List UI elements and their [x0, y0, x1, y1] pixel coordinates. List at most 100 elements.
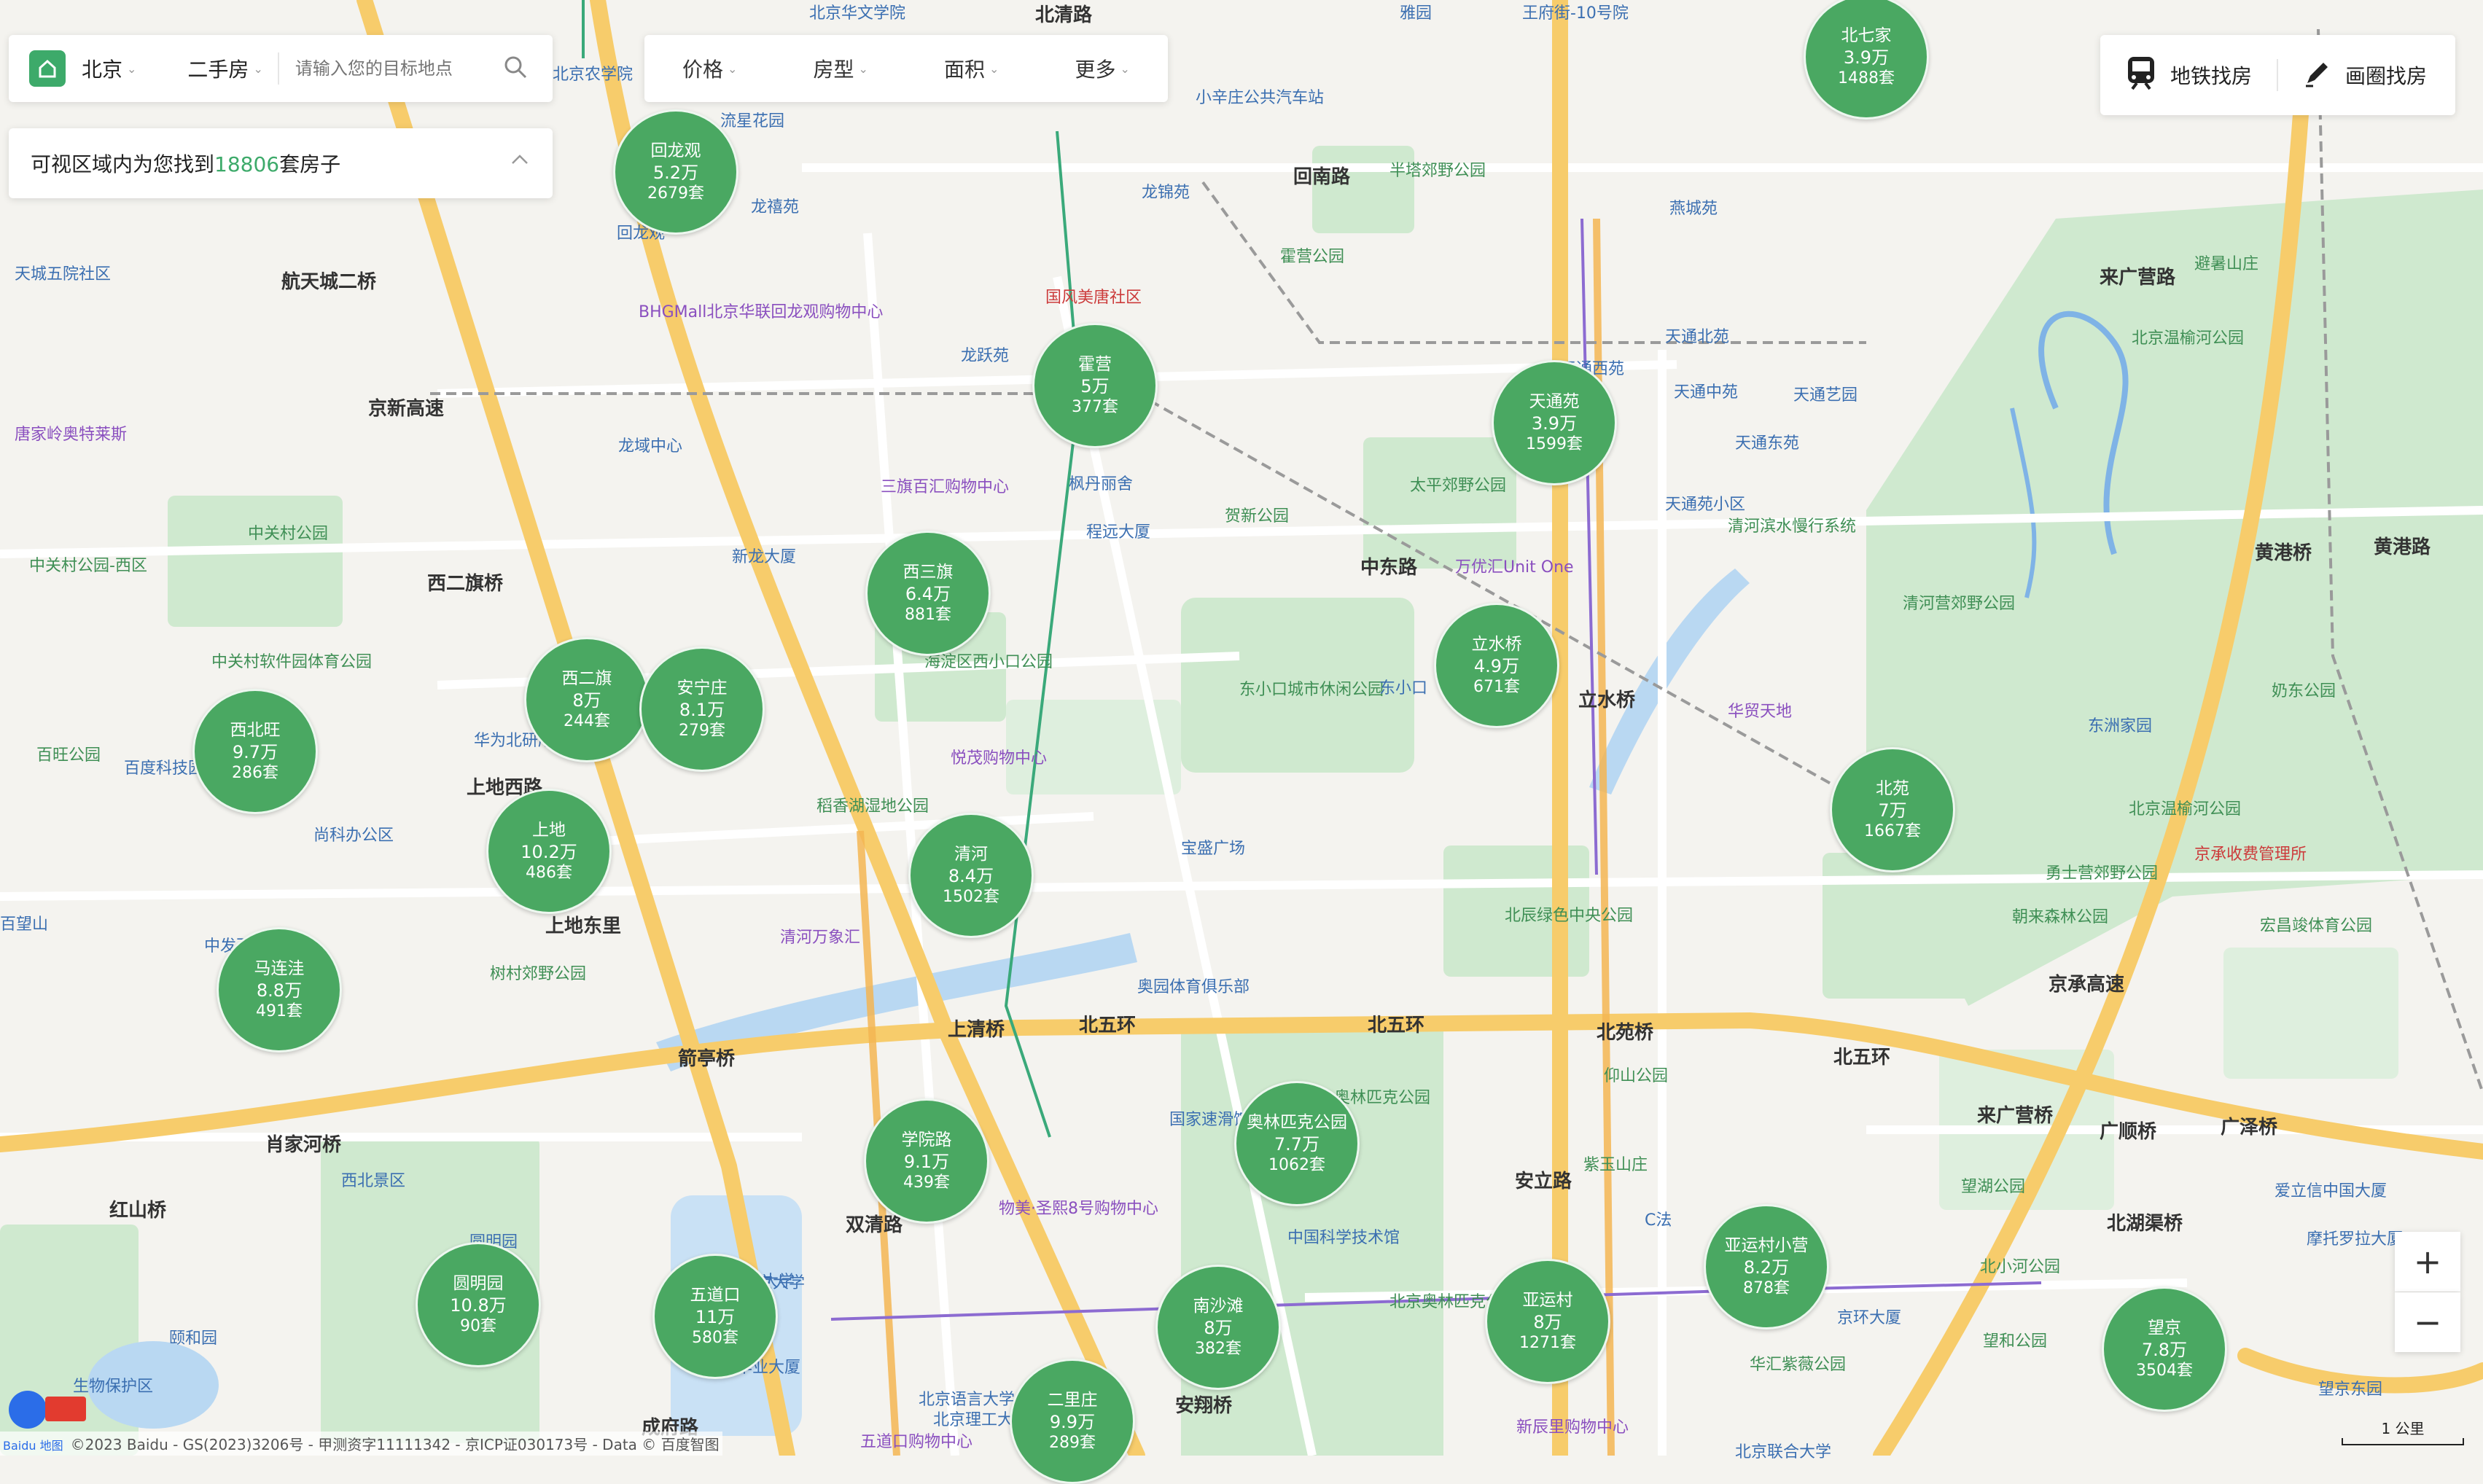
poi-label[interactable]: 万优汇Unit One [1455, 554, 1574, 577]
road-label[interactable]: 肖家河桥 [265, 1130, 341, 1157]
poi-label[interactable]: 新龙大厦 [732, 544, 796, 567]
cluster-bubble[interactable]: 北苑 7万 1667套 [1830, 747, 1955, 872]
zoom-out-button[interactable]: − [2395, 1292, 2460, 1352]
cluster-bubble[interactable]: 西北旺 9.7万 286套 [192, 689, 318, 814]
road-label[interactable]: 北清路 [1035, 0, 1092, 27]
cluster-bubble[interactable]: 西三旗 6.4万 881套 [865, 531, 991, 656]
poi-label[interactable]: 生物保护区 [73, 1373, 153, 1397]
poi-label[interactable]: 宏昌竣体育公园 [2260, 913, 2372, 936]
poi-label[interactable]: 勇士营郊野公园 [2046, 860, 2158, 883]
cluster-bubble[interactable]: 回龙观 5.2万 2679套 [613, 109, 738, 235]
cluster-bubble[interactable]: 北七家 3.9万 1488套 [1804, 0, 1929, 120]
poi-label[interactable]: 天通艺园 [1793, 382, 1858, 405]
poi-label[interactable]: 枫丹丽舍 [1069, 471, 1133, 494]
poi-label[interactable]: 北京联合大学 [1735, 1439, 1831, 1462]
home-logo-icon[interactable] [29, 50, 66, 87]
road-label[interactable]: 上地东里 [545, 911, 621, 938]
road-label[interactable]: 京承高速 [2049, 969, 2124, 996]
road-label[interactable]: 上清桥 [948, 1015, 1005, 1042]
poi-label[interactable]: BHGMall北京华联回龙观购物中心 [639, 299, 883, 322]
cluster-bubble[interactable]: 上地 10.2万 486套 [486, 789, 612, 914]
cluster-bubble[interactable]: 二里庄 9.9万 289套 [1010, 1359, 1135, 1484]
poi-label[interactable]: 清河滨水慢行系统 [1728, 513, 1856, 536]
cluster-bubble[interactable]: 圆明园 10.8万 90套 [416, 1242, 541, 1367]
poi-label[interactable]: 太平郊野公园 [1410, 472, 1506, 496]
subway-search-button[interactable]: 地铁找房 [2100, 35, 2277, 115]
cluster-bubble[interactable]: 亚运村小营 8.2万 878套 [1704, 1204, 1829, 1329]
road-label[interactable]: 来广营桥 [1977, 1101, 2053, 1128]
poi-label[interactable]: 天通苑小区 [1665, 491, 1745, 515]
poi-label[interactable]: 物美·圣熙8号购物中心 [999, 1195, 1158, 1219]
poi-label[interactable]: 中关村公园 [248, 520, 328, 544]
poi-label[interactable]: 紫玉山庄 [1583, 1152, 1648, 1175]
poi-label[interactable]: 北京农学院 [553, 61, 633, 85]
cluster-bubble[interactable]: 南沙滩 8万 382套 [1155, 1265, 1281, 1390]
cluster-bubble[interactable]: 亚运村 8万 1271套 [1485, 1259, 1610, 1384]
poi-label[interactable]: 西北景区 [341, 1168, 405, 1191]
road-label[interactable]: 中东路 [1360, 552, 1417, 579]
road-label[interactable]: 北五环 [1079, 1010, 1136, 1037]
poi-label[interactable]: 龙跃苑 [961, 343, 1009, 366]
poi-label[interactable]: 华贸天地 [1728, 698, 1792, 722]
road-label[interactable]: 广泽桥 [2221, 1112, 2277, 1139]
cluster-bubble[interactable]: 清河 8.4万 1502套 [908, 813, 1034, 938]
road-label[interactable]: 黄港路 [2374, 532, 2431, 559]
poi-label[interactable]: 天通东苑 [1735, 430, 1799, 453]
poi-label[interactable]: 龙锦苑 [1142, 179, 1190, 203]
poi-label[interactable]: 王府街-10号院 [1522, 0, 1629, 23]
poi-label[interactable]: 新辰里购物中心 [1516, 1414, 1629, 1437]
poi-label[interactable]: 京承收费管理所 [2194, 841, 2307, 864]
cluster-bubble[interactable]: 立水桥 4.9万 671套 [1434, 603, 1559, 728]
road-label[interactable]: 西二旗桥 [427, 569, 503, 595]
poi-label[interactable]: 望京东园 [2318, 1376, 2382, 1399]
poi-label[interactable]: 尚科办公区 [313, 822, 394, 846]
poi-label[interactable]: 中关村公园-西区 [29, 552, 147, 576]
draw-search-button[interactable]: 画圈找房 [2278, 35, 2452, 115]
cluster-bubble[interactable]: 安宁庄 8.1万 279套 [639, 647, 765, 772]
poi-label[interactable]: 雅园 [1400, 0, 1432, 23]
poi-label[interactable]: 稻香湖湿地公园 [816, 793, 929, 816]
cluster-bubble[interactable]: 奥林匹克公园 7.7万 1062套 [1234, 1081, 1360, 1206]
poi-label[interactable]: 悦茂购物中心 [951, 745, 1047, 768]
road-label[interactable]: 京新高速 [368, 394, 444, 421]
road-label[interactable]: 红山桥 [109, 1195, 166, 1222]
poi-label[interactable]: 宝盛广场 [1181, 835, 1245, 859]
poi-label[interactable]: 北辰绿色中央公园 [1505, 902, 1633, 926]
poi-label[interactable]: 北京温榆河公园 [2129, 796, 2241, 819]
poi-label[interactable]: 东小口城市休闲公园 [1239, 676, 1384, 700]
poi-label[interactable]: 程远大厦 [1086, 519, 1150, 542]
poi-label[interactable]: 百望山 [0, 911, 48, 934]
category-selector[interactable]: 二手房 ⌄ [187, 54, 262, 83]
poi-label[interactable]: 京环大厦 [1837, 1305, 1901, 1328]
filter-room-type[interactable]: 房型 ⌄ [814, 54, 868, 83]
poi-label[interactable]: 避暑山庄 [2194, 251, 2258, 274]
road-label[interactable]: 箭亭桥 [678, 1044, 735, 1071]
road-label[interactable]: 立水桥 [1578, 685, 1635, 712]
poi-label[interactable]: 奥园体育俱乐部 [1137, 974, 1250, 997]
zoom-in-button[interactable]: + [2395, 1232, 2460, 1292]
poi-label[interactable]: 望和公园 [1983, 1328, 2047, 1351]
poi-label[interactable]: 三旗百汇购物中心 [881, 474, 1009, 497]
poi-label[interactable]: 北京温榆河公园 [2132, 325, 2244, 348]
poi-label[interactable]: 天通中苑 [1674, 379, 1738, 402]
poi-label[interactable]: 华汇紫薇公园 [1750, 1351, 1846, 1375]
poi-label[interactable]: 望湖公园 [1961, 1173, 2025, 1197]
road-label[interactable]: 来广营路 [2100, 262, 2175, 289]
city-selector[interactable]: 北京 ⌄ [82, 54, 136, 83]
road-label[interactable]: 航天城二桥 [281, 267, 376, 294]
cluster-bubble[interactable]: 霍营 5万 377套 [1032, 323, 1158, 448]
cluster-bubble[interactable]: 五道口 11万 580套 [652, 1254, 778, 1379]
poi-label[interactable]: 唐家岭奥特莱斯 [15, 421, 127, 445]
filter-area[interactable]: 面积 ⌄ [944, 54, 999, 83]
road-label[interactable]: 北五环 [1833, 1042, 1890, 1069]
road-label[interactable]: 广顺桥 [2100, 1117, 2156, 1144]
road-label[interactable]: 安立路 [1515, 1166, 1572, 1193]
poi-label[interactable]: C法 [1645, 1207, 1672, 1230]
poi-label[interactable]: 中国科学技术馆 [1287, 1225, 1400, 1248]
poi-label[interactable]: 爱立信中国大厦 [2275, 1178, 2387, 1201]
road-label[interactable]: 北湖渠桥 [2107, 1208, 2183, 1235]
collapse-chevron-icon[interactable] [509, 149, 531, 173]
poi-label[interactable]: 朝来森林公园 [2012, 904, 2108, 927]
road-label[interactable]: 黄港桥 [2255, 538, 2312, 565]
poi-label[interactable]: 小辛庄公共汽车站 [1196, 85, 1324, 108]
